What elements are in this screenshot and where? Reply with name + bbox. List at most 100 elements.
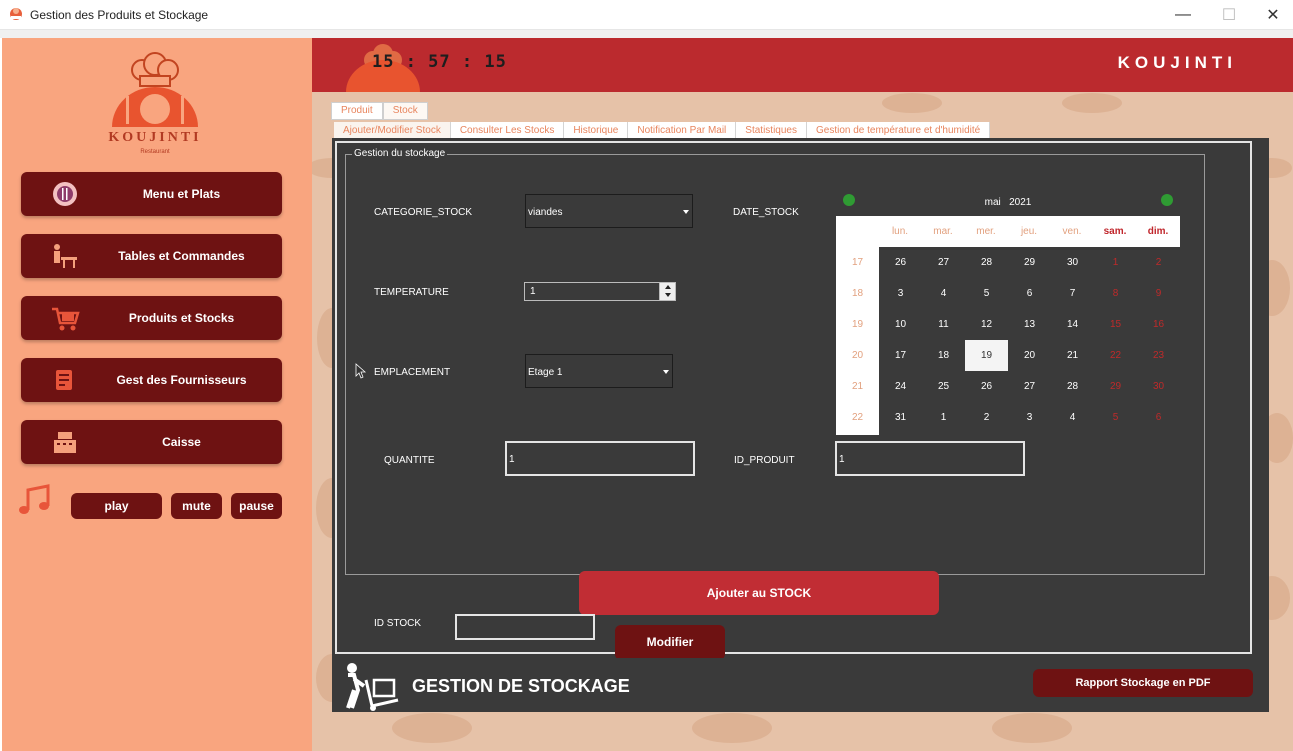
inner-tabs: Ajouter/Modifier Stock Consulter Les Sto… — [334, 122, 991, 139]
calendar-day[interactable]: 28 — [1051, 371, 1094, 402]
cart-icon — [52, 307, 80, 331]
calendar-month-year[interactable]: mai 2021 — [836, 197, 1180, 208]
rapport-pdf-button[interactable]: Rapport Stockage en PDF — [1033, 669, 1253, 697]
header-brand: KOUJINTI — [1117, 53, 1237, 72]
calendar-day[interactable]: 30 — [1137, 371, 1180, 402]
calendar-day[interactable]: 22 — [1094, 340, 1137, 371]
quantite-field[interactable]: 1 — [505, 441, 695, 476]
footer-bar: GESTION DE STOCKAGE Rapport Stockage en … — [332, 658, 1269, 712]
calendar-day[interactable]: 15 — [1094, 309, 1137, 340]
id-stock-field[interactable] — [455, 614, 595, 640]
calendar-day[interactable]: 29 — [1008, 247, 1051, 278]
calendar-day[interactable]: 20 — [1008, 340, 1051, 371]
calendar-day[interactable]: 6 — [1137, 402, 1180, 433]
categorie-value: viandes — [528, 207, 563, 218]
nav-caisse-button[interactable]: Caisse — [21, 420, 282, 464]
weekday-label: jeu. — [1020, 226, 1038, 237]
next-month-icon[interactable] — [1161, 194, 1173, 206]
calendar-week-numbers: 17 18 19 20 21 22 — [836, 247, 879, 435]
spin-up-icon — [665, 285, 671, 289]
calendar-day[interactable]: 2 — [965, 402, 1008, 433]
id-produit-label: ID_PRODUIT — [734, 455, 795, 466]
temperature-spinner[interactable]: 1 — [524, 282, 676, 301]
calendar-day[interactable]: 26 — [965, 371, 1008, 402]
tab-consulter-stocks[interactable]: Consulter Les Stocks — [450, 122, 565, 139]
mute-button[interactable]: mute — [171, 493, 222, 519]
calendar-day[interactable]: 29 — [1094, 371, 1137, 402]
calendar-day[interactable]: 9 — [1137, 278, 1180, 309]
emplacement-label: EMPLACEMENT — [374, 367, 451, 378]
calendar-day[interactable]: 31 — [879, 402, 922, 433]
calendar-day[interactable]: 28 — [965, 247, 1008, 278]
calendar-day[interactable]: 13 — [1008, 309, 1051, 340]
calendar-day[interactable]: 14 — [1051, 309, 1094, 340]
calendar-day[interactable]: 23 — [1137, 340, 1180, 371]
close-button[interactable]: ✕ — [1250, 0, 1293, 30]
calendar-day[interactable]: 6 — [1008, 278, 1051, 309]
calendar-day[interactable]: 2 — [1137, 247, 1180, 278]
modifier-button[interactable]: Modifier — [615, 625, 725, 660]
tab-stock[interactable]: Stock — [382, 102, 428, 120]
categorie-dropdown[interactable]: viandes — [525, 194, 693, 228]
calendar-day[interactable]: 8 — [1094, 278, 1137, 309]
weekday-label: mer. — [976, 226, 996, 237]
nav-menu-et-plats-button[interactable]: Menu et Plats — [21, 172, 282, 216]
footer-title: GESTION DE STOCKAGE — [412, 676, 630, 696]
calendar-day[interactable]: 12 — [965, 309, 1008, 340]
id-produit-field[interactable]: 1 — [835, 441, 1025, 476]
calendar-day[interactable]: 5 — [1094, 402, 1137, 433]
chevron-down-icon — [663, 370, 669, 374]
mouse-cursor-icon — [355, 363, 367, 379]
calendar-day[interactable]: 1 — [1094, 247, 1137, 278]
calendar-day[interactable]: 24 — [879, 371, 922, 402]
emplacement-dropdown[interactable]: Etage 1 — [525, 354, 673, 388]
calendar-day[interactable]: 11 — [922, 309, 965, 340]
id-produit-value: 1 — [839, 454, 845, 465]
calendar-day[interactable]: 1 — [922, 402, 965, 433]
calendar-day[interactable]: 19 — [965, 340, 1008, 371]
chevron-down-icon — [683, 210, 689, 214]
calendar-day[interactable]: 26 — [879, 247, 922, 278]
calendar-day[interactable]: 18 — [922, 340, 965, 371]
nav-produits-stocks-button[interactable]: Produits et Stocks — [21, 296, 282, 340]
plate-icon — [53, 182, 77, 206]
spinner-buttons[interactable] — [659, 283, 675, 300]
calendar-day[interactable]: 4 — [1051, 402, 1094, 433]
week-number: 17 — [851, 257, 864, 268]
supplier-list-icon — [56, 370, 72, 390]
nav-label: Gest des Fournisseurs — [116, 373, 247, 387]
table-waiter-icon — [54, 244, 77, 268]
date-calendar[interactable]: mai 2021 lun. mar. mer. jeu. ven. sam. d… — [836, 186, 1180, 435]
calendar-day[interactable]: 21 — [1051, 340, 1094, 371]
calendar-day[interactable]: 30 — [1051, 247, 1094, 278]
tab-ajouter-modifier-stock[interactable]: Ajouter/Modifier Stock — [334, 122, 451, 139]
minimize-button[interactable]: — — [1160, 0, 1206, 30]
pause-button[interactable]: pause — [231, 493, 282, 519]
calendar-day[interactable]: 5 — [965, 278, 1008, 309]
calendar-day[interactable]: 17 — [879, 340, 922, 371]
calendar-day[interactable]: 25 — [922, 371, 965, 402]
calendar-header: mai 2021 — [836, 186, 1180, 214]
calendar-day[interactable]: 7 — [1051, 278, 1094, 309]
week-number: 20 — [851, 350, 864, 361]
tab-temperature-humidite[interactable]: Gestion de température et d'humidité — [806, 122, 991, 139]
ajouter-stock-button[interactable]: Ajouter au STOCK — [579, 571, 939, 615]
chef-hat-app-icon — [10, 8, 22, 20]
play-button[interactable]: play — [71, 493, 162, 519]
id-stock-label: ID STOCK — [374, 618, 422, 629]
tab-produit[interactable]: Produit — [331, 102, 383, 120]
calendar-day[interactable]: 10 — [879, 309, 922, 340]
calendar-day[interactable]: 4 — [922, 278, 965, 309]
calendar-day[interactable]: 3 — [1008, 402, 1051, 433]
nav-tables-commandes-button[interactable]: Tables et Commandes — [21, 234, 282, 278]
maximize-button[interactable]: ☐ — [1206, 0, 1252, 30]
calendar-day[interactable]: 16 — [1137, 309, 1180, 340]
stock-panel: Gestion du stockage CATEGORIE_STOCK vian… — [332, 138, 1269, 712]
calendar-day[interactable]: 27 — [1008, 371, 1051, 402]
nav-fournisseurs-button[interactable]: Gest des Fournisseurs — [21, 358, 282, 402]
calendar-day[interactable]: 27 — [922, 247, 965, 278]
tab-statistiques[interactable]: Statistiques — [736, 122, 807, 139]
calendar-day[interactable]: 3 — [879, 278, 922, 309]
tab-historique[interactable]: Historique — [564, 122, 629, 139]
tab-notification-mail[interactable]: Notification Par Mail — [628, 122, 737, 139]
